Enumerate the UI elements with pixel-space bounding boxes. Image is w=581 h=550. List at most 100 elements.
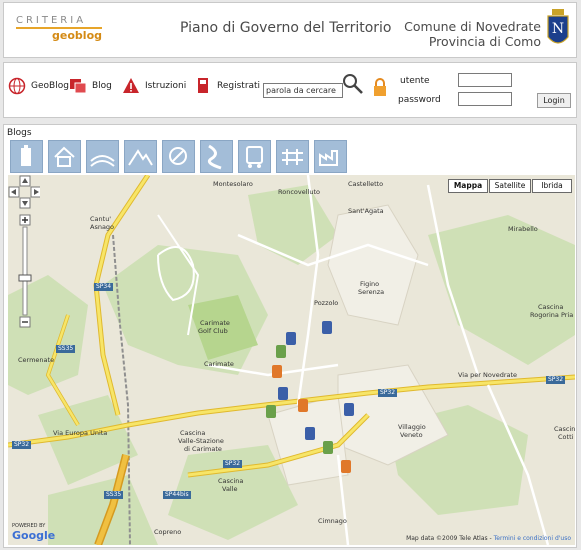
blog-icon — [70, 79, 87, 94]
login-button[interactable]: Login — [537, 93, 571, 108]
blog-marker[interactable] — [298, 399, 308, 412]
page-title: Piano di Governo del Territorio — [180, 20, 392, 36]
istruzioni-label: Istruzioni — [145, 81, 187, 91]
map-copyright: Map data ©2009 Tele Atlas - Termini e co… — [406, 535, 571, 542]
blog-marker[interactable] — [305, 427, 315, 440]
map-type-satellite[interactable]: Satellite — [489, 179, 531, 193]
place-label: Sant'Agata — [348, 207, 384, 215]
registrati-link[interactable]: Registrati — [194, 75, 260, 97]
blogs-title: Blogs — [7, 128, 32, 138]
place-label: di Carimate — [184, 445, 222, 453]
comune-line2: Provincia di Como — [428, 34, 541, 49]
place-label: Cimnago — [318, 517, 347, 525]
password-label: password — [398, 95, 441, 105]
blog-marker[interactable] — [344, 403, 354, 416]
river-icon[interactable] — [200, 140, 233, 173]
geoblog-label: GeoBlog — [31, 81, 69, 91]
place-label: Pozzolo — [314, 299, 339, 307]
copyright-text: Map data ©2009 Tele Atlas - — [406, 535, 494, 542]
road-shield: SP32 — [223, 460, 243, 468]
lock-icon — [374, 78, 386, 96]
place-label: Figino — [360, 280, 380, 288]
agriculture-icon[interactable] — [86, 140, 119, 173]
toolbar: GeoBlog Blog Istruzioni Registrati utent… — [3, 62, 577, 118]
logo-sub-text: geoblog — [52, 29, 102, 42]
globe-icon — [8, 77, 26, 95]
utente-field[interactable] — [458, 73, 512, 87]
road-shield: SP32 — [12, 441, 32, 449]
comune-line1: Comune di Novedrate — [404, 19, 541, 34]
category-bar — [10, 140, 347, 173]
blog-marker[interactable] — [323, 441, 333, 454]
place-label: Carimate — [204, 360, 234, 368]
road-label: Via Europa Unita — [53, 429, 108, 437]
password-field[interactable] — [458, 92, 512, 106]
hand-icon[interactable] — [162, 140, 195, 173]
infrastructure-icon[interactable] — [276, 140, 309, 173]
place-label: Copreno — [154, 528, 182, 536]
road-shield: SP32 — [546, 376, 566, 384]
place-label: Veneto — [400, 431, 423, 439]
place-label: Cantu' — [90, 215, 112, 223]
road-shield: SS35 — [56, 345, 76, 353]
place-label: Asnago — [90, 223, 115, 231]
terms-link[interactable]: Termini e condizioni d'uso — [494, 535, 571, 542]
coat-of-arms-icon: N — [547, 9, 569, 44]
warning-icon — [123, 78, 139, 93]
blogs-panel: Blogs Cantu' Asnago Montesolaro Roncovel… — [3, 124, 577, 548]
register-icon — [198, 78, 208, 93]
industry-icon[interactable] — [314, 140, 347, 173]
road-shield: SP34 — [94, 283, 114, 291]
blog-label: Blog — [92, 81, 112, 91]
place-label: Montesolaro — [213, 180, 253, 188]
house-icon[interactable] — [48, 140, 81, 173]
transport-icon[interactable] — [238, 140, 271, 173]
place-label: Serenza — [358, 288, 385, 296]
geoblog-link[interactable]: GeoBlog — [8, 75, 69, 97]
google-logo[interactable]: POWERED BY Google — [12, 523, 55, 542]
road-shield: SP44bis — [163, 491, 191, 499]
place-label: Valle — [222, 485, 238, 493]
search-icon[interactable] — [342, 73, 364, 95]
zoom-control[interactable] — [8, 175, 40, 335]
blog-marker[interactable] — [272, 365, 282, 378]
building-icon[interactable] — [10, 140, 43, 173]
blog-marker[interactable] — [276, 345, 286, 358]
blog-marker[interactable] — [278, 387, 288, 400]
place-label: Castelletto — [348, 180, 384, 188]
place-label: Cascina — [538, 303, 564, 311]
registrati-label: Registrati — [217, 81, 261, 91]
map-type-ibrida[interactable]: Ibrida — [532, 179, 572, 193]
place-label: Rogorina Pria — [530, 311, 574, 319]
google-wordmark: Google — [12, 529, 56, 542]
blog-marker[interactable] — [341, 460, 351, 473]
road-shield: SP32 — [378, 389, 398, 397]
place-label: Roncovelluto — [278, 188, 320, 196]
landscape-icon[interactable] — [124, 140, 157, 173]
place-label: Cotti — [558, 433, 574, 441]
place-label: Valle-Stazione — [178, 437, 224, 445]
header: CRITERIA geoblog Piano di Governo del Te… — [3, 2, 577, 58]
place-label: Villaggio — [398, 423, 426, 431]
crest-letter: N — [552, 21, 564, 37]
place-label: Golf Club — [198, 327, 228, 335]
blog-marker[interactable] — [286, 332, 296, 345]
comune-name: Comune di Novedrate Provincia di Como — [404, 19, 541, 49]
place-label: Mirabello — [508, 225, 538, 233]
road-shield: SS35 — [104, 491, 124, 499]
place-label: Cermenate — [18, 356, 55, 364]
blog-marker[interactable] — [322, 321, 332, 334]
utente-label: utente — [400, 76, 430, 86]
blog-marker[interactable] — [266, 405, 276, 418]
map-view[interactable]: Cantu' Asnago Montesolaro Roncovelluto C… — [8, 175, 575, 545]
search-input[interactable] — [263, 83, 343, 98]
place-label: Cascina — [180, 429, 206, 437]
criteria-geoblog-logo[interactable]: CRITERIA geoblog — [16, 15, 106, 42]
logo-top-text: CRITERIA — [16, 15, 87, 26]
place-label: Carimate — [200, 319, 230, 327]
road-label: Via per Novedrate — [458, 371, 518, 379]
blog-link[interactable]: Blog — [69, 75, 112, 97]
place-label: Cascina — [554, 425, 575, 433]
map-type-mappa[interactable]: Mappa — [448, 179, 488, 193]
istruzioni-link[interactable]: Istruzioni — [122, 75, 186, 97]
